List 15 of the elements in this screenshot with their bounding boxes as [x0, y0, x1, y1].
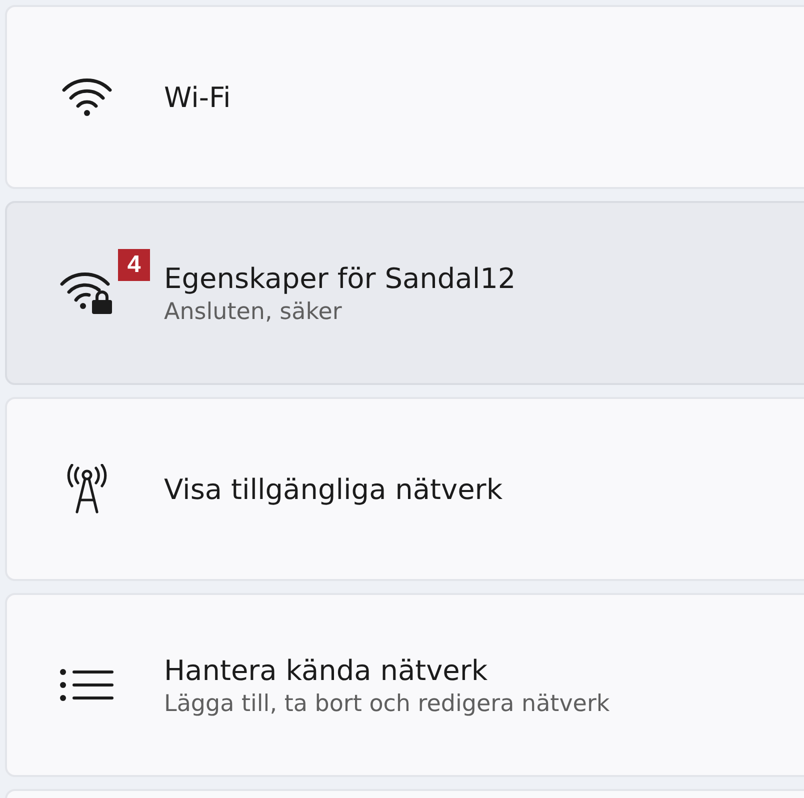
card-title: Egenskaper för Sandal12: [164, 262, 516, 294]
list-icon: [58, 668, 114, 702]
settings-card[interactable]: Hantera kända nätverk Lägga till, ta bort och redigera nätverk: [5, 593, 804, 777]
wifi-icon: [60, 77, 112, 117]
card-subtitle: Ansluten, säker: [164, 298, 343, 324]
card-title: Visa tillgängliga nätverk: [164, 472, 503, 506]
card-subtitle: Lägga till, ta bort och redigera nätverk: [164, 690, 610, 716]
settings-card[interactable]: Wi-Fi: [5, 5, 804, 189]
wifi-lock-icon: [58, 271, 114, 315]
settings-card[interactable]: 4 Egenskaper för Sandal12 Ansluten, säker: [5, 201, 804, 385]
settings-card[interactable]: Visa tillgängliga nätverk: [5, 397, 804, 581]
card-title: Wi-Fi: [164, 80, 231, 114]
antenna-icon: [64, 464, 108, 514]
number-badge: 4: [118, 249, 150, 281]
card-title: Hantera kända nätverk: [164, 654, 489, 686]
